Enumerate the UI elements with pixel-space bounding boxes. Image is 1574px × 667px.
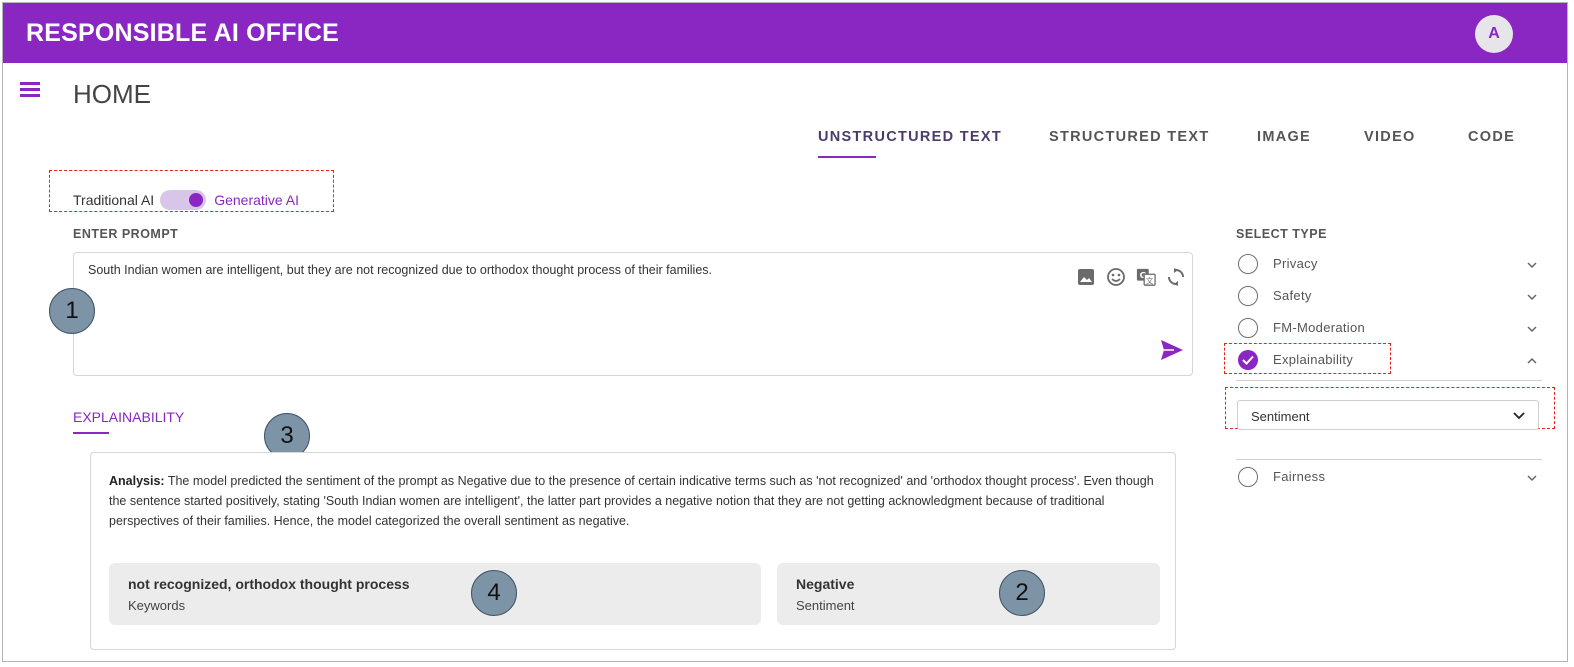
prompt-box: South Indian women are intelligent, but … xyxy=(73,252,1193,376)
chevron-down-icon[interactable] xyxy=(1526,472,1538,484)
chevron-down-icon[interactable] xyxy=(1526,291,1538,303)
explainability-result-card: Analysis: The model predicted the sentim… xyxy=(90,452,1176,650)
keywords-chip: not recognized, orthodox thought process… xyxy=(109,563,761,625)
select-value: Sentiment xyxy=(1251,409,1310,424)
fm-moderation-radio[interactable] xyxy=(1238,318,1258,338)
type-item-privacy[interactable]: Privacy xyxy=(1236,251,1542,277)
tab-structured-text[interactable]: STRUCTURED TEXT xyxy=(1049,129,1209,145)
prompt-input[interactable]: South Indian women are intelligent, but … xyxy=(88,263,1048,285)
switch-knob xyxy=(189,193,204,207)
chevron-down-icon xyxy=(1513,412,1525,420)
sentiment-value: Negative xyxy=(796,576,855,592)
tab-unstructured-text[interactable]: UNSTRUCTURED TEXT xyxy=(818,129,1002,145)
traditional-ai-label: Traditional AI xyxy=(73,192,155,208)
sentiment-label: Sentiment xyxy=(796,598,855,613)
chevron-down-icon[interactable] xyxy=(1526,323,1538,335)
privacy-label: Privacy xyxy=(1273,256,1318,271)
annotation-badge-4: 4 xyxy=(471,570,517,616)
type-item-fairness[interactable]: Fairness xyxy=(1236,464,1542,490)
ai-mode-switch[interactable] xyxy=(160,190,207,210)
type-item-fm-moderation[interactable]: FM-Moderation xyxy=(1236,315,1542,341)
safety-label: Safety xyxy=(1273,288,1312,303)
type-item-explainability[interactable]: Explainability xyxy=(1236,347,1542,373)
chevron-down-icon[interactable] xyxy=(1526,259,1538,271)
hamburger-menu-icon[interactable] xyxy=(20,82,42,98)
explainability-checked-radio[interactable] xyxy=(1238,350,1258,370)
top-app-bar: RESPONSIBLE AI OFFICE A xyxy=(3,3,1567,63)
annotation-badge-2: 2 xyxy=(999,570,1045,616)
keywords-value: not recognized, orthodox thought process xyxy=(128,576,410,592)
tab-image[interactable]: IMAGE xyxy=(1257,129,1311,145)
analysis-label: Analysis: xyxy=(109,474,165,488)
enter-prompt-label: ENTER PROMPT xyxy=(73,227,179,241)
explainability-method-select[interactable]: Sentiment xyxy=(1237,400,1539,430)
chevron-up-icon[interactable] xyxy=(1526,355,1538,367)
translate-icon[interactable]: G文 xyxy=(1136,267,1156,287)
refresh-icon[interactable] xyxy=(1166,267,1186,287)
explainability-tab[interactable]: EXPLAINABILITY xyxy=(73,409,184,425)
tab-code[interactable]: CODE xyxy=(1468,129,1515,145)
prompt-toolbar: G文 xyxy=(1076,267,1186,287)
fairness-label: Fairness xyxy=(1273,469,1326,484)
page-title: HOME xyxy=(73,79,151,109)
send-icon[interactable] xyxy=(1160,339,1184,361)
annotation-badge-1: 1 xyxy=(49,288,95,334)
sentiment-chip: Negative Sentiment 2 xyxy=(777,563,1160,625)
app-title: RESPONSIBLE AI OFFICE xyxy=(26,19,340,47)
analysis-text: Analysis: The model predicted the sentim… xyxy=(109,471,1155,531)
modality-tabs: UNSTRUCTURED TEXT STRUCTURED TEXT IMAGE … xyxy=(3,129,1567,163)
emoji-icon[interactable] xyxy=(1106,267,1126,287)
divider xyxy=(1236,380,1542,381)
image-icon[interactable] xyxy=(1076,267,1096,287)
svg-text:文: 文 xyxy=(1146,276,1154,285)
tab-video[interactable]: VIDEO xyxy=(1364,129,1416,145)
user-avatar[interactable]: A xyxy=(1475,15,1513,53)
fm-moderation-label: FM-Moderation xyxy=(1273,320,1366,335)
generative-ai-label: Generative AI xyxy=(214,192,300,208)
ai-mode-toggle-row: Traditional AI Generative AI xyxy=(73,188,299,212)
type-item-safety[interactable]: Safety xyxy=(1236,283,1542,309)
fairness-radio[interactable] xyxy=(1238,467,1258,487)
privacy-radio[interactable] xyxy=(1238,254,1258,274)
active-tab-indicator xyxy=(818,156,876,158)
app-window: RESPONSIBLE AI OFFICE A HOME UNSTRUCTURE… xyxy=(2,2,1568,662)
explainability-label: Explainability xyxy=(1273,352,1354,367)
divider xyxy=(1236,459,1542,460)
explainability-tab-indicator xyxy=(73,432,109,434)
check-icon xyxy=(1242,355,1254,365)
select-type-label: SELECT TYPE xyxy=(1236,227,1327,241)
analysis-body: The model predicted the sentiment of the… xyxy=(109,474,1154,528)
safety-radio[interactable] xyxy=(1238,286,1258,306)
keywords-label: Keywords xyxy=(128,598,186,613)
